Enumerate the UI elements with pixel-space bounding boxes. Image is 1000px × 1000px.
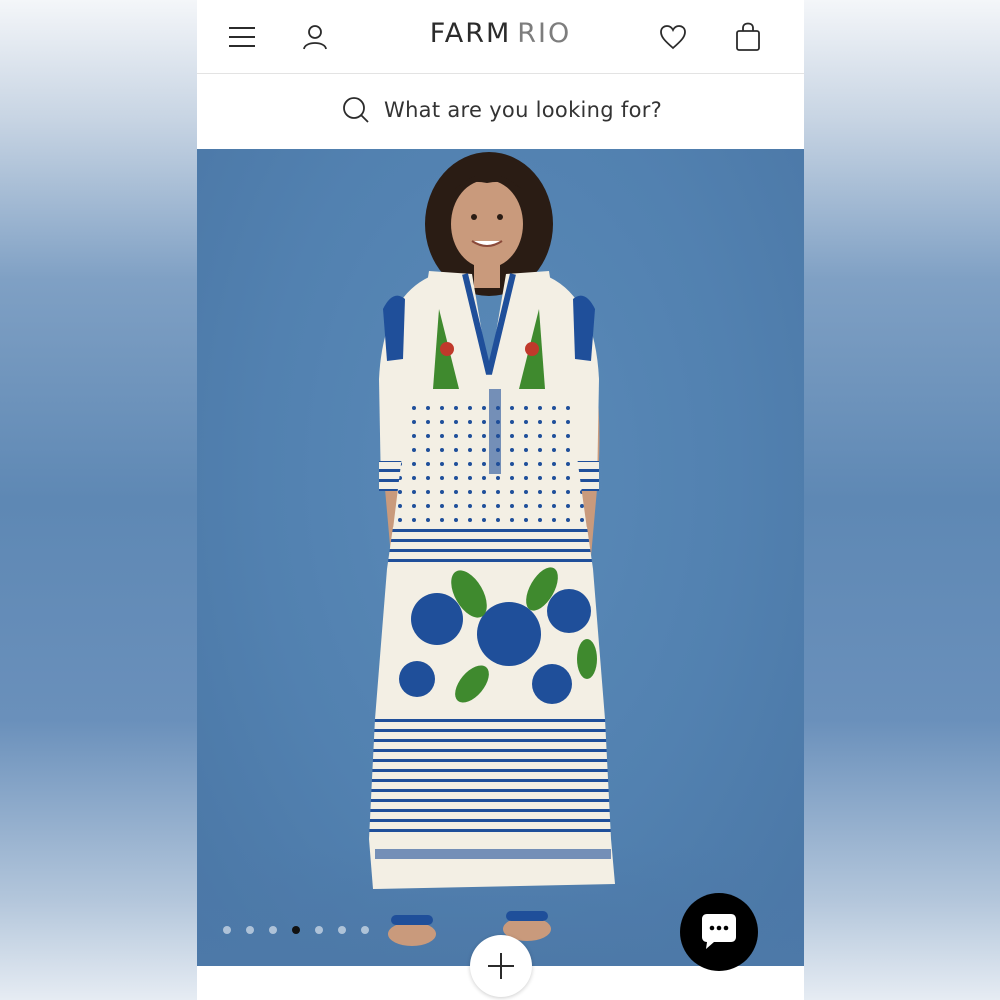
pagination-dot[interactable] [315,926,323,934]
brand-logo[interactable]: FARM RIO [197,18,804,49]
pagination-dot[interactable] [361,926,369,934]
add-to-bag-button[interactable] [470,935,532,997]
pagination-dot[interactable] [338,926,346,934]
pagination-dot[interactable] [269,926,277,934]
brand-logo-secondary: RIO [517,18,572,49]
brand-logo-primary: FARM [429,18,512,49]
image-pagination-dots[interactable] [223,926,369,934]
search-placeholder: What are you looking for? [384,98,663,122]
search-field[interactable]: What are you looking for? [342,96,662,124]
search-icon [343,97,369,123]
wishlist-button[interactable] [656,20,690,54]
heart-icon [660,25,686,50]
model-illustration [369,152,615,946]
search-bar[interactable]: What are you looking for? [197,74,804,149]
chat-button[interactable] [680,893,758,971]
shopping-bag-icon [736,22,760,51]
plus-icon [488,953,514,979]
product-image[interactable] [197,149,804,966]
app-screen: FARM RIO What are you looking for? [197,0,804,1000]
cart-button[interactable] [731,20,765,54]
pagination-dot-active[interactable] [292,926,300,934]
chat-bubble-icon [702,914,736,949]
pagination-dot[interactable] [246,926,254,934]
top-navigation-bar: FARM RIO [197,0,804,74]
pagination-dot[interactable] [223,926,231,934]
